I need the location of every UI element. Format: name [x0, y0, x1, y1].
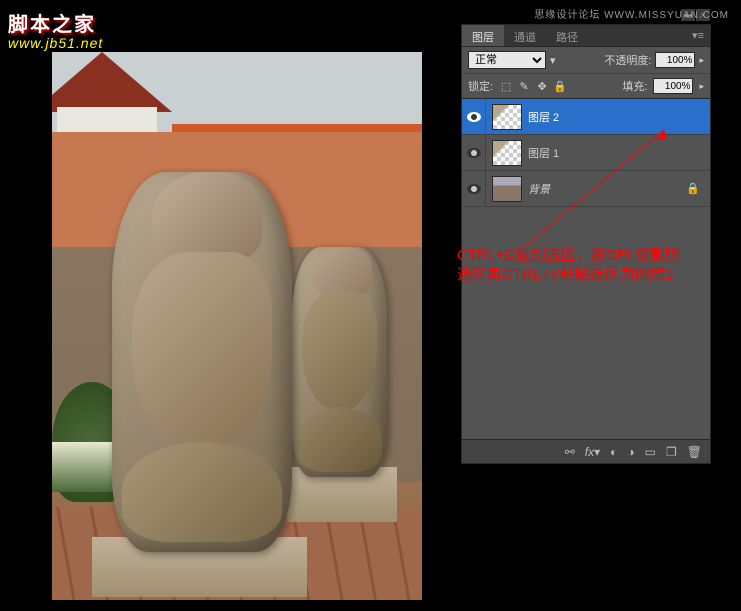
layer-mask-icon[interactable]: ◐ [610, 445, 617, 459]
tab-paths[interactable]: 路径 [546, 25, 588, 46]
fill-flyout-icon[interactable]: ▸ [699, 81, 704, 92]
watermark-top-right: 思缘设计论坛 WWW.MISSYUAN.COM [534, 6, 729, 21]
eye-icon [467, 184, 481, 194]
layer-visibility-toggle[interactable] [462, 171, 486, 207]
adjustment-layer-icon[interactable]: ◑ [627, 445, 634, 459]
layer-thumbnail[interactable] [492, 176, 522, 202]
layer-name-label[interactable]: 背景 [528, 181, 550, 197]
lock-transparency-icon[interactable]: ⬚ [499, 79, 513, 93]
scene-statue-back [292, 247, 387, 477]
lock-pixels-icon[interactable]: ✎ [517, 79, 531, 93]
lock-fill-row: 锁定: ⬚ ✎ ✥ 🔒 填充: ▸ [462, 74, 710, 99]
eye-icon [467, 112, 481, 122]
layer-row[interactable]: 图层 2 [462, 99, 710, 135]
layer-fx-icon[interactable]: fx▾ [585, 445, 600, 459]
blend-dropdown-icon[interactable]: ▾ [550, 54, 556, 67]
annotation-line-1: CTRL+C复制选区，按DEL键删除 [457, 246, 707, 265]
layer-name-label[interactable]: 图层 2 [528, 109, 559, 125]
document-canvas[interactable] [52, 52, 422, 600]
lock-position-icon[interactable]: ✥ [535, 79, 549, 93]
panel-menu-icon[interactable]: ▾≡ [686, 25, 710, 46]
blend-mode-select[interactable]: 正常 [468, 51, 546, 69]
layers-panel: ◂◂ × 图层 通道 路径 ▾≡ 正常 ▾ 不透明度: ▸ 锁定: ⬚ ✎ ✥ … [461, 24, 711, 464]
layer-name-label[interactable]: 图层 1 [528, 145, 559, 161]
fill-label: 填充: [622, 78, 647, 94]
layer-row[interactable]: 背景 🔒 [462, 171, 710, 207]
annotation-text: CTRL+C复制选区，按DEL键删除 选区再CTRL+V粘贴选区为图层2 [457, 246, 707, 284]
watermark-cn-text: 脚本之家 [8, 8, 103, 37]
layer-visibility-toggle[interactable] [462, 135, 486, 171]
eye-icon [467, 148, 481, 158]
tab-channels[interactable]: 通道 [504, 25, 546, 46]
fill-input[interactable] [653, 78, 693, 94]
opacity-flyout-icon[interactable]: ▸ [699, 55, 704, 66]
blend-opacity-row: 正常 ▾ 不透明度: ▸ [462, 47, 710, 74]
lock-icon: 🔒 [686, 182, 700, 195]
lock-label: 锁定: [468, 78, 493, 94]
tab-layers[interactable]: 图层 [462, 25, 504, 46]
watermark-top-left: 脚本之家 www.jb51.net [8, 8, 103, 51]
layer-visibility-toggle[interactable] [462, 99, 486, 135]
layers-list: 图层 2 图层 1 背景 🔒 [462, 99, 710, 207]
layer-row[interactable]: 图层 1 [462, 135, 710, 171]
layer-thumbnail[interactable] [492, 104, 522, 130]
panel-tabs: 图层 通道 路径 ▾≡ [462, 25, 710, 47]
watermark-en-text: www.jb51.net [8, 35, 103, 51]
layer-thumbnail[interactable] [492, 140, 522, 166]
link-layers-icon[interactable]: ⚯ [565, 445, 575, 459]
layer-group-icon[interactable]: ▭ [645, 445, 656, 459]
opacity-input[interactable] [655, 52, 695, 68]
delete-layer-icon[interactable]: 🗑 [687, 445, 702, 459]
opacity-label: 不透明度: [604, 52, 651, 68]
scene-statue-front [112, 172, 292, 552]
new-layer-icon[interactable]: ❐ [666, 445, 677, 459]
annotation-line-2: 选区再CTRL+V粘贴选区为图层2 [457, 265, 707, 284]
lock-all-icon[interactable]: 🔒 [553, 79, 567, 93]
panel-footer: ⚯ fx▾ ◐ ◑ ▭ ❐ 🗑 [462, 439, 710, 463]
